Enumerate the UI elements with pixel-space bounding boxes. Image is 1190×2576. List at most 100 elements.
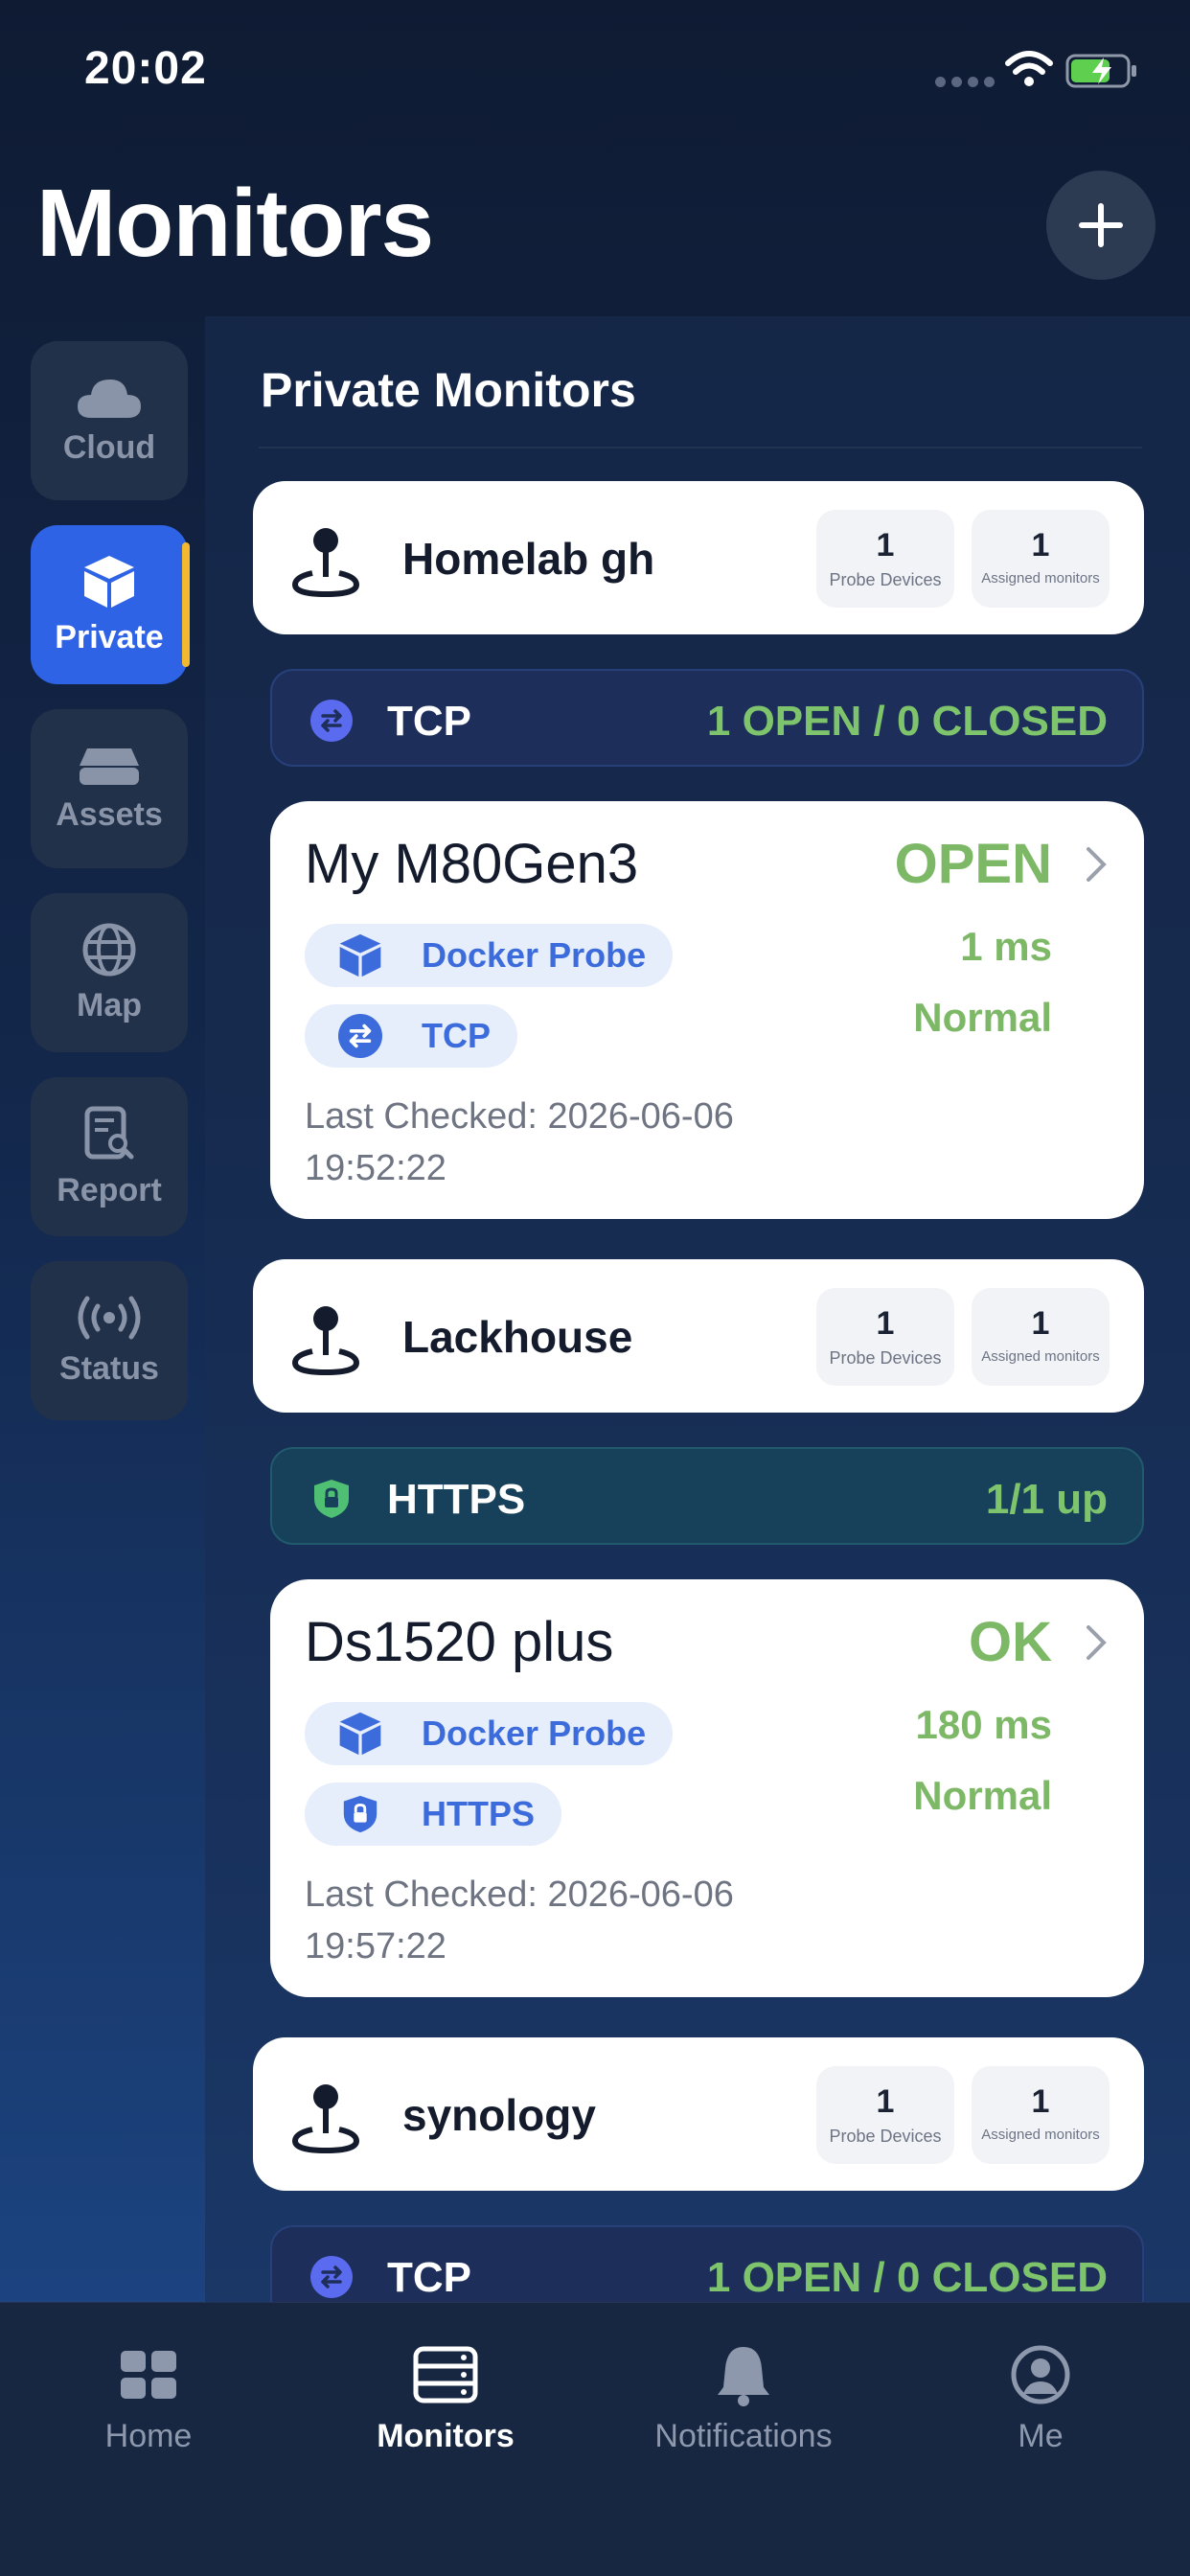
swap-arrows-icon <box>310 2256 353 2298</box>
assigned-monitors-stat: 1 Assigned monitors <box>972 2066 1110 2164</box>
cellular-signal-icon <box>935 77 995 87</box>
sidebar-item-label: Private <box>55 618 164 656</box>
sidebar-item-report[interactable]: Report <box>31 1077 188 1236</box>
location-pin-icon <box>291 1306 360 1376</box>
tab-monitors[interactable]: Monitors <box>331 2341 561 2455</box>
sidebar-item-label: Status <box>59 1349 159 1387</box>
bell-icon <box>718 2347 769 2406</box>
tab-label: Monitors <box>377 2418 515 2454</box>
last-checked: Last Checked: 2026-06-06 19:52:22 <box>305 1096 734 1188</box>
tab-label: Home <box>104 2418 193 2454</box>
profile-icon <box>1011 2345 1070 2404</box>
location-pin-icon <box>291 528 360 598</box>
protocol-name: TCP <box>387 698 471 745</box>
probe-tag: Docker Probe <box>305 924 674 987</box>
box-icon <box>337 932 383 978</box>
sidebar-item-private[interactable]: Private <box>31 525 190 684</box>
chevron-right-icon <box>1087 847 1107 882</box>
wifi-icon <box>1005 51 1053 86</box>
sidebar-item-status[interactable]: Status <box>31 1261 188 1420</box>
monitor-name: Ds1520 plus <box>305 1611 614 1673</box>
section-title: Private Monitors <box>261 363 636 417</box>
protocol-summary: 1 OPEN / 0 CLOSED <box>706 2254 1108 2301</box>
monitor-health: Normal <box>913 1773 1052 1818</box>
monitor-health: Normal <box>913 995 1052 1040</box>
protocol-tag-label: TCP <box>422 1016 491 1055</box>
monitor-state: OK <box>969 1611 1052 1673</box>
probe-devices-stat: 1 Probe Devices <box>816 510 954 608</box>
probe-group-card[interactable]: Lackhouse 1 Probe Devices 1 Assigned mon… <box>253 1259 1144 1413</box>
monitor-latency: 180 ms <box>915 1702 1052 1747</box>
tab-label: Me <box>1018 2418 1064 2454</box>
swap-arrows-icon <box>337 1013 383 1059</box>
box-icon <box>337 1711 383 1757</box>
page-title: Monitors <box>36 170 434 277</box>
protocol-summary: 1 OPEN / 0 CLOSED <box>706 698 1108 745</box>
probe-devices-label: Probe Devices <box>829 2127 942 2146</box>
assigned-monitors-count: 1 <box>1031 1305 1050 1342</box>
assigned-monitors-label: Assigned monitors <box>981 2127 1100 2143</box>
protocol-tag: TCP <box>305 1004 517 1068</box>
probe-devices-stat: 1 Probe Devices <box>816 1288 954 1386</box>
probe-devices-stat: 1 Probe Devices <box>816 2066 954 2164</box>
group-name: synology <box>402 2090 596 2140</box>
status-bar: 20:02 <box>0 0 1190 144</box>
chevron-right-icon <box>1087 1625 1107 1660</box>
shield-lock-icon <box>337 1791 383 1837</box>
monitor-name: My M80Gen3 <box>305 833 639 895</box>
group-name: Lackhouse <box>402 1312 633 1362</box>
protocol-summary-bar[interactable]: TCP 1 OPEN / 0 CLOSED <box>270 669 1144 767</box>
protocol-name: TCP <box>387 2254 471 2301</box>
assigned-monitors-stat: 1 Assigned monitors <box>972 1288 1110 1386</box>
protocol-summary-bar[interactable]: HTTPS 1/1 up <box>270 1447 1144 1545</box>
assigned-monitors-label: Assigned monitors <box>981 1348 1100 1365</box>
grid-icon <box>121 2351 176 2399</box>
probe-group-card[interactable]: Homelab gh 1 Probe Devices 1 Assigned mo… <box>253 481 1144 634</box>
group-name: Homelab gh <box>402 534 655 584</box>
sidebar-item-assets[interactable]: Assets <box>31 709 188 868</box>
location-pin-icon <box>291 2084 360 2154</box>
probe-devices-count: 1 <box>876 527 895 564</box>
cloud-icon <box>78 379 141 418</box>
last-checked: Last Checked: 2026-06-06 19:57:22 <box>305 1874 734 1966</box>
box-icon <box>84 555 134 608</box>
sidebar-item-label: Assets <box>56 795 163 833</box>
probe-devices-count: 1 <box>876 1305 895 1342</box>
plus-icon <box>1079 203 1123 247</box>
monitor-state: OPEN <box>894 833 1052 895</box>
probe-devices-label: Probe Devices <box>829 570 942 589</box>
divider <box>259 447 1142 448</box>
server-rack-icon <box>413 2346 478 2404</box>
monitor-card[interactable]: Ds1520 plus OK 180 ms Normal Docker Prob… <box>270 1579 1144 1997</box>
assigned-monitors-stat: 1 Assigned monitors <box>972 510 1110 608</box>
broadcast-icon <box>78 1296 141 1339</box>
probe-tag: Docker Probe <box>305 1702 674 1765</box>
tab-me[interactable]: Me <box>926 2341 1156 2455</box>
shield-lock-icon <box>314 1480 349 1518</box>
tab-home[interactable]: Home <box>34 2341 263 2455</box>
probe-tag-label: Docker Probe <box>422 1714 647 1753</box>
status-time: 20:02 <box>84 43 207 94</box>
sidebar-item-map[interactable]: Map <box>31 893 188 1052</box>
assigned-monitors-count: 1 <box>1031 2083 1050 2120</box>
swap-arrows-icon <box>310 700 353 742</box>
globe-icon <box>82 923 136 976</box>
sidebar-item-label: Cloud <box>62 428 156 466</box>
battery-charging-icon <box>1065 54 1136 88</box>
protocol-tag-label: HTTPS <box>422 1794 536 1833</box>
server-icon <box>80 748 139 785</box>
sidebar-item-cloud[interactable]: Cloud <box>31 341 188 500</box>
protocol-name: HTTPS <box>387 1476 526 1523</box>
report-icon <box>84 1106 134 1159</box>
monitor-latency: 1 ms <box>960 924 1052 969</box>
tab-bar: Home Monitors Notifications Me <box>0 2302 1190 2576</box>
tab-label: Notifications <box>654 2418 833 2454</box>
assigned-monitors-label: Assigned monitors <box>981 570 1100 586</box>
monitor-card[interactable]: My M80Gen3 OPEN 1 ms Normal Docker Probe… <box>270 801 1144 1219</box>
probe-tag-label: Docker Probe <box>422 935 647 975</box>
probe-group-card[interactable]: synology 1 Probe Devices 1 Assigned moni… <box>253 2037 1144 2191</box>
protocol-tag: HTTPS <box>305 1782 562 1846</box>
sidebar-item-label: Map <box>77 986 142 1024</box>
add-monitor-button[interactable] <box>1046 171 1156 280</box>
tab-notifications[interactable]: Notifications <box>629 2341 858 2455</box>
